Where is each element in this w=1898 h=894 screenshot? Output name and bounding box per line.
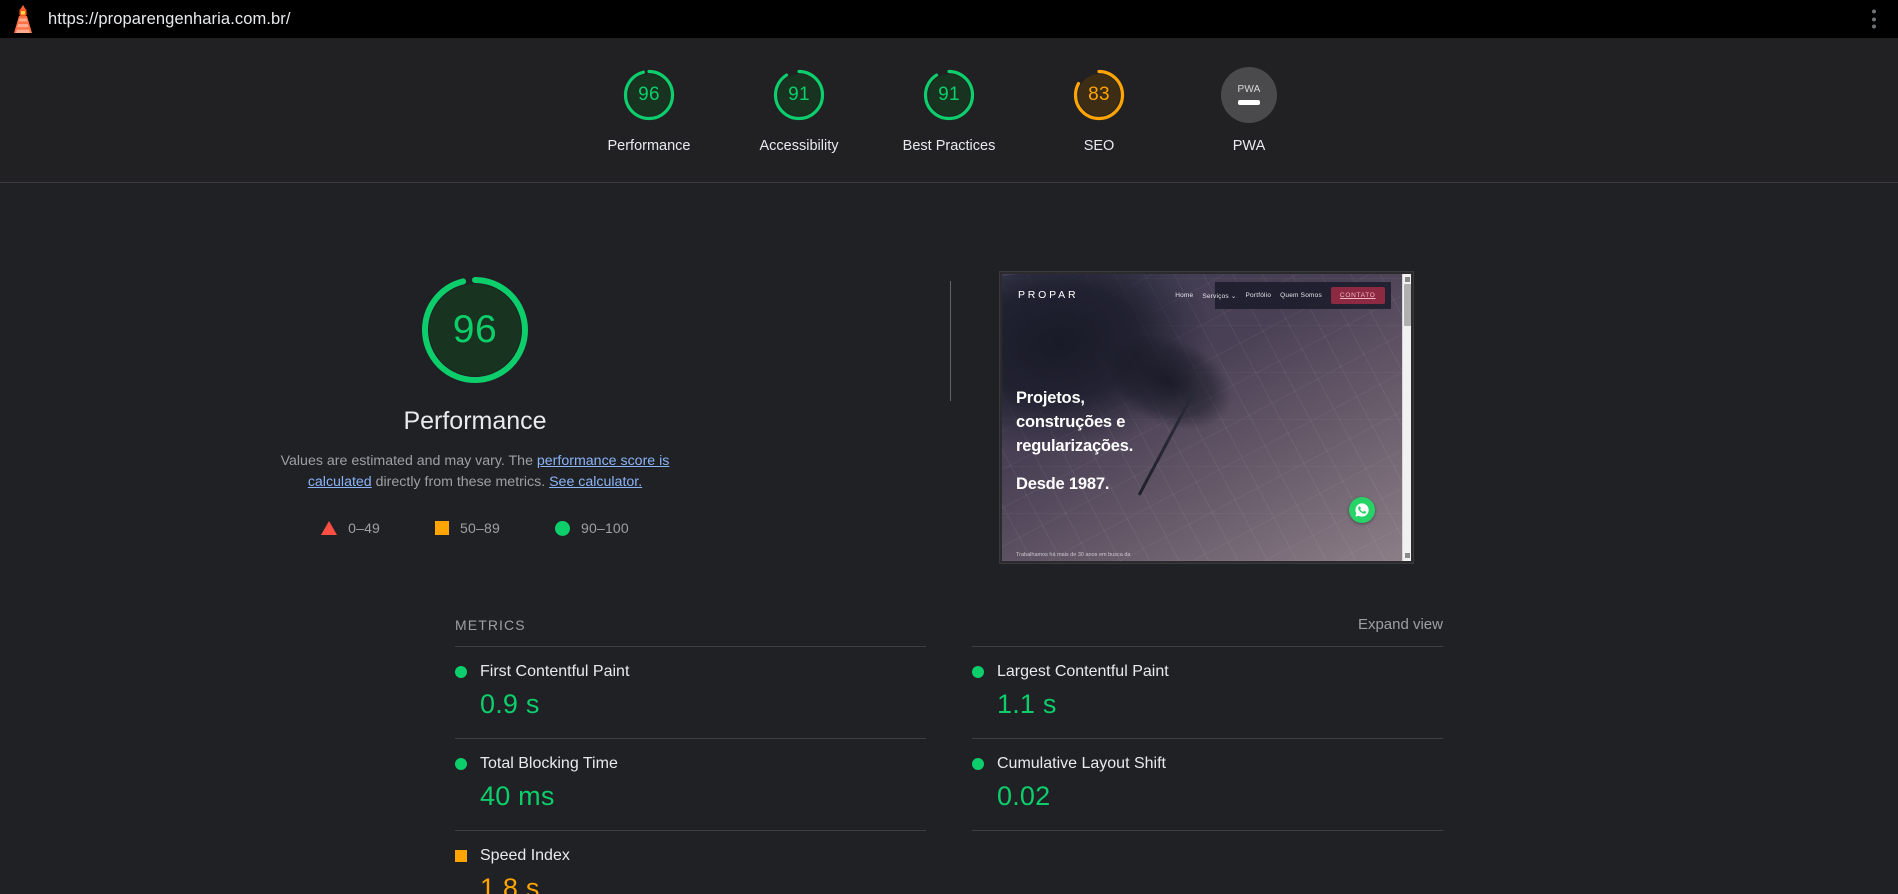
triangle-fail-icon bbox=[321, 521, 337, 535]
metric-total-blocking-time[interactable]: Total Blocking Time 40 ms bbox=[455, 738, 926, 830]
hero-line-1: Projetos, bbox=[1016, 386, 1282, 410]
hero-heading: Projetos, construções e regularizações. … bbox=[1016, 386, 1282, 496]
metric-name: Speed Index bbox=[480, 847, 570, 865]
legend-range: 50–89 bbox=[460, 520, 500, 536]
metric-value: 40 ms bbox=[480, 781, 926, 812]
status-circle-pass-icon bbox=[455, 666, 467, 678]
metrics-header: METRICS Expand view bbox=[455, 616, 1443, 646]
gauge-best-practices: 91 bbox=[921, 67, 977, 123]
metric-name: Largest Contentful Paint bbox=[997, 663, 1169, 681]
pwa-badge-text: PWA bbox=[1237, 84, 1260, 95]
nav-item-portfolio[interactable]: Portfólio bbox=[1246, 292, 1272, 299]
gauge-accessibility: 91 bbox=[771, 67, 827, 123]
metric-first-contentful-paint[interactable]: First Contentful Paint 0.9 s bbox=[455, 646, 926, 738]
scroll-up-arrow-icon[interactable] bbox=[1405, 277, 1410, 282]
status-square-average-icon bbox=[455, 850, 467, 862]
pwa-dash-icon bbox=[1238, 100, 1260, 105]
score-item-best-practices[interactable]: 91 Best Practices bbox=[874, 67, 1024, 154]
see-calculator-link[interactable]: See calculator. bbox=[549, 474, 642, 490]
screenshot-scrollbar[interactable] bbox=[1402, 274, 1411, 561]
metric-row: First Contentful Paint bbox=[455, 663, 926, 681]
gauge-seo: 83 bbox=[1071, 67, 1127, 123]
nav-item-servicos[interactable]: Serviços ⌄ bbox=[1202, 292, 1236, 300]
score-item-performance[interactable]: 96 Performance bbox=[574, 67, 724, 154]
scrollbar-thumb[interactable] bbox=[1404, 284, 1411, 326]
hero-line-2: construções e bbox=[1016, 410, 1282, 434]
metric-value: 1.1 s bbox=[997, 689, 1443, 720]
expand-view-button[interactable]: Expand view bbox=[1358, 616, 1443, 633]
score-item-pwa[interactable]: PWA PWA bbox=[1174, 67, 1324, 154]
desc-text-part2: directly from these metrics. bbox=[372, 474, 549, 490]
performance-section: 96 Performance Values are estimated and … bbox=[0, 183, 1898, 564]
nav-contato-button[interactable]: CONTATO bbox=[1331, 287, 1385, 304]
status-circle-pass-icon bbox=[455, 758, 467, 770]
legend-item-fail: 0–49 bbox=[321, 520, 380, 536]
gauge-performance-large: 96 bbox=[416, 271, 534, 389]
score-item-seo[interactable]: 83 SEO bbox=[1024, 67, 1174, 154]
metric-speed-index[interactable]: Speed Index 1.8 s bbox=[455, 830, 926, 894]
metric-largest-contentful-paint[interactable]: Largest Contentful Paint 1.1 s bbox=[972, 646, 1443, 738]
performance-description: Values are estimated and may vary. The p… bbox=[278, 451, 673, 493]
score-label: PWA bbox=[1233, 138, 1266, 154]
report-body: 96 Performance Values are estimated and … bbox=[0, 183, 1898, 894]
circle-pass-icon bbox=[555, 521, 570, 536]
scroll-down-arrow-icon[interactable] bbox=[1405, 553, 1410, 558]
browser-top-bar: https://proparengenharia.com.br/ bbox=[0, 0, 1898, 38]
site-logo: PROPAR bbox=[1018, 289, 1078, 301]
metric-name: First Contentful Paint bbox=[480, 663, 629, 681]
metrics-heading: METRICS bbox=[455, 617, 526, 633]
metrics-section: METRICS Expand view First Contentful Pai… bbox=[0, 564, 1898, 894]
nav-item-home[interactable]: Home bbox=[1175, 292, 1193, 299]
metric-row: Total Blocking Time bbox=[455, 755, 926, 773]
whatsapp-icon[interactable] bbox=[1349, 497, 1375, 523]
metric-value: 0.02 bbox=[997, 781, 1443, 812]
nav-item-quem-somos[interactable]: Quem Somos bbox=[1280, 292, 1322, 299]
screenshot-image: PROPAR Home Serviços ⌄ Portfólio Quem So… bbox=[1002, 274, 1411, 561]
metric-cell-empty bbox=[972, 830, 1443, 894]
performance-summary: 96 Performance Values are estimated and … bbox=[0, 271, 950, 536]
lighthouse-icon bbox=[10, 4, 36, 34]
page-url: https://proparengenharia.com.br/ bbox=[48, 10, 291, 29]
score-legend: 0–49 50–89 90–100 bbox=[321, 520, 629, 536]
metric-name: Total Blocking Time bbox=[480, 755, 618, 773]
hero-subtext: Trabalhamos há mais de 30 anos em busca … bbox=[1016, 552, 1130, 558]
hero-line-3: regularizações. bbox=[1016, 434, 1282, 458]
screenshot-frame: PROPAR Home Serviços ⌄ Portfólio Quem So… bbox=[999, 271, 1414, 564]
kebab-menu-icon[interactable] bbox=[1866, 6, 1882, 33]
score-label: SEO bbox=[1084, 138, 1115, 154]
score-value: 91 bbox=[921, 67, 977, 123]
score-label: Performance bbox=[607, 138, 690, 154]
score-item-accessibility[interactable]: 91 Accessibility bbox=[724, 67, 874, 154]
legend-item-average: 50–89 bbox=[435, 520, 500, 536]
metric-name: Cumulative Layout Shift bbox=[997, 755, 1166, 773]
category-scores-strip: 96 Performance 91 Accessibility 91 Best … bbox=[0, 38, 1898, 183]
performance-score-value: 96 bbox=[416, 271, 534, 389]
pwa-badge-icon: PWA bbox=[1221, 67, 1277, 123]
section-divider bbox=[950, 281, 951, 401]
final-screenshot: PROPAR Home Serviços ⌄ Portfólio Quem So… bbox=[999, 271, 1414, 564]
score-value: 91 bbox=[771, 67, 827, 123]
status-circle-pass-icon bbox=[972, 666, 984, 678]
site-nav: Home Serviços ⌄ Portfólio Quem Somos CON… bbox=[1215, 282, 1391, 309]
score-value: 83 bbox=[1071, 67, 1127, 123]
metric-row: Cumulative Layout Shift bbox=[972, 755, 1443, 773]
metric-cumulative-layout-shift[interactable]: Cumulative Layout Shift 0.02 bbox=[972, 738, 1443, 830]
metric-value: 1.8 s bbox=[480, 873, 926, 894]
metric-row: Largest Contentful Paint bbox=[972, 663, 1443, 681]
score-value: 96 bbox=[621, 67, 677, 123]
hero-line-4: Desde 1987. bbox=[1016, 472, 1282, 496]
square-average-icon bbox=[435, 521, 449, 535]
metric-value: 0.9 s bbox=[480, 689, 926, 720]
legend-item-pass: 90–100 bbox=[555, 520, 629, 536]
status-circle-pass-icon bbox=[972, 758, 984, 770]
desc-text-part1: Values are estimated and may vary. The bbox=[281, 453, 537, 469]
legend-range: 90–100 bbox=[581, 520, 629, 536]
score-label: Best Practices bbox=[903, 138, 996, 154]
legend-range: 0–49 bbox=[348, 520, 380, 536]
gauge-performance: 96 bbox=[621, 67, 677, 123]
performance-title: Performance bbox=[403, 407, 546, 436]
metric-row: Speed Index bbox=[455, 847, 926, 865]
score-label: Accessibility bbox=[760, 138, 839, 154]
metrics-grid: First Contentful Paint 0.9 s Largest Con… bbox=[455, 646, 1443, 894]
